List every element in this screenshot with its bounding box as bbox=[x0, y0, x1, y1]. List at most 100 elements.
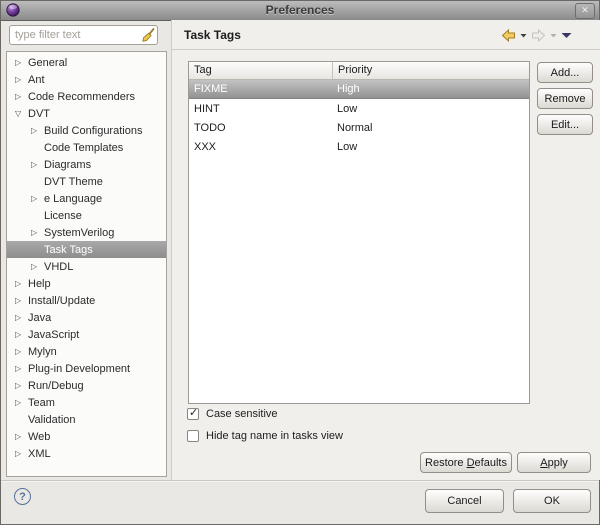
tree-item-vhdl[interactable]: ▷ VHDL bbox=[7, 258, 166, 275]
tree-item-label: Ant bbox=[28, 73, 45, 86]
tree-item-label: DVT Theme bbox=[44, 175, 103, 188]
preferences-dialog: Preferences ✕ ▷General▷Ant▷Code Recommen… bbox=[0, 0, 600, 525]
tree-item-label: Help bbox=[28, 277, 51, 290]
table-row-todo[interactable]: TODO Normal bbox=[189, 118, 529, 137]
tree-item-diagrams[interactable]: ▷ Diagrams bbox=[7, 156, 166, 173]
expander-collapsed-icon[interactable]: ▷ bbox=[31, 190, 44, 207]
remove-button[interactable]: Remove bbox=[537, 88, 593, 109]
tree-item-general[interactable]: ▷ General bbox=[7, 54, 166, 71]
tree-item-label: XML bbox=[28, 447, 51, 460]
preferences-tree: ▷ General ▷ Ant ▷ Code Recommenders ▽ DVT ▷ Build… bbox=[6, 51, 167, 477]
tree-item-mylyn[interactable]: ▷ Mylyn bbox=[7, 343, 166, 360]
cell-priority: Normal bbox=[337, 121, 373, 134]
cell-priority: High bbox=[337, 83, 360, 95]
tree-item-license[interactable]: License bbox=[7, 207, 166, 224]
tree-item-web[interactable]: ▷ Web bbox=[7, 428, 166, 445]
expander-collapsed-icon[interactable]: ▷ bbox=[15, 292, 28, 309]
expander-collapsed-icon[interactable]: ▷ bbox=[31, 224, 44, 241]
expander-collapsed-icon[interactable]: ▷ bbox=[15, 275, 28, 292]
ok-button[interactable]: OK bbox=[513, 489, 591, 513]
help-icon: ? bbox=[19, 490, 26, 503]
expander-collapsed-icon[interactable]: ▷ bbox=[15, 54, 28, 71]
hide-tag-name-in-tasks-view-checkbox[interactable]: ✓ bbox=[187, 430, 199, 442]
back-history-dropdown-icon[interactable] bbox=[520, 33, 527, 38]
tree-item-ant[interactable]: ▷ Ant bbox=[7, 71, 166, 88]
expander-collapsed-icon[interactable]: ▷ bbox=[15, 394, 28, 411]
tree-item-e-language[interactable]: ▷ e Language bbox=[7, 190, 166, 207]
cell-tag: XXX bbox=[194, 140, 217, 153]
add-button[interactable]: Add... bbox=[537, 62, 593, 83]
tree-item-label: Install/Update bbox=[28, 294, 96, 307]
tree-item-xml[interactable]: ▷ XML bbox=[7, 445, 166, 462]
expander-collapsed-icon[interactable]: ▷ bbox=[15, 88, 28, 105]
expander-collapsed-icon[interactable]: ▷ bbox=[31, 156, 44, 173]
forward-arrow-icon[interactable] bbox=[531, 28, 546, 42]
page-title: Task Tags bbox=[184, 28, 241, 42]
expander-collapsed-icon[interactable]: ▷ bbox=[15, 71, 28, 88]
column-header-priority[interactable]: Priority bbox=[332, 62, 529, 79]
tree-item-java[interactable]: ▷ Java bbox=[7, 309, 166, 326]
tree-item-label: DVT bbox=[28, 107, 50, 120]
expander-collapsed-icon[interactable]: ▷ bbox=[15, 445, 28, 462]
clear-filter-icon[interactable] bbox=[141, 28, 155, 42]
titlebar[interactable]: Preferences ✕ bbox=[1, 1, 599, 21]
cell-priority: Low bbox=[337, 140, 358, 153]
history-nav bbox=[501, 28, 593, 42]
tree-item-code-templates[interactable]: Code Templates bbox=[7, 139, 166, 156]
cancel-button[interactable]: Cancel bbox=[425, 489, 504, 513]
table-row-xxx[interactable]: XXX Low bbox=[189, 137, 529, 156]
edit-button[interactable]: Edit... bbox=[537, 114, 593, 135]
header-separator bbox=[172, 49, 600, 50]
tree-item-team[interactable]: ▷ Team bbox=[7, 394, 166, 411]
apply-button[interactable]: Apply bbox=[517, 452, 591, 473]
tree-item-label: SystemVerilog bbox=[44, 226, 115, 239]
checkbox-group: ✓ Case sensitive ✓ Hide tag name in tasks v… bbox=[187, 407, 343, 443]
filter-input[interactable] bbox=[9, 25, 158, 45]
tree-item-label: Task Tags bbox=[44, 243, 93, 256]
tree-item-plug-in-development[interactable]: ▷ Plug-in Development bbox=[7, 360, 166, 377]
expander-collapsed-icon[interactable]: ▷ bbox=[31, 258, 44, 275]
expander-collapsed-icon[interactable]: ▷ bbox=[15, 309, 28, 326]
forward-history-dropdown-icon[interactable] bbox=[550, 33, 557, 38]
expander-collapsed-icon[interactable]: ▷ bbox=[15, 428, 28, 445]
footer-separator bbox=[1, 480, 599, 481]
tree-item-systemverilog[interactable]: ▷ SystemVerilog bbox=[7, 224, 166, 241]
cell-tag: FIXME bbox=[194, 83, 228, 95]
case-sensitive-checkbox[interactable]: ✓ bbox=[187, 407, 199, 420]
tree-item-build-configurations[interactable]: ▷ Build Configurations bbox=[7, 122, 166, 139]
view-menu-icon[interactable] bbox=[561, 32, 572, 39]
tree-item-install-update[interactable]: ▷ Install/Update bbox=[7, 292, 166, 309]
checkbox-row-hide-tag-name-in-tasks-view[interactable]: ✓ Hide tag name in tasks view bbox=[187, 429, 343, 443]
help-button[interactable]: ? bbox=[14, 488, 31, 505]
checkbox-row-case-sensitive[interactable]: ✓ Case sensitive bbox=[187, 407, 343, 421]
tree-item-run-debug[interactable]: ▷ Run/Debug bbox=[7, 377, 166, 394]
window-title: Preferences bbox=[265, 3, 335, 17]
expander-collapsed-icon[interactable]: ▷ bbox=[31, 122, 44, 139]
tree-item-label: Web bbox=[28, 430, 51, 443]
column-header-tag[interactable]: Tag bbox=[189, 62, 332, 79]
tree-item-javascript[interactable]: ▷ JavaScript bbox=[7, 326, 166, 343]
tree-item-label: Run/Debug bbox=[28, 379, 84, 392]
task-tags-table-header: Tag Priority bbox=[189, 62, 529, 80]
expander-collapsed-icon[interactable]: ▷ bbox=[15, 343, 28, 360]
tree-item-label: VHDL bbox=[44, 260, 74, 273]
tree-item-code-recommenders[interactable]: ▷ Code Recommenders bbox=[7, 88, 166, 105]
filter-box bbox=[9, 25, 158, 45]
tree-item-help[interactable]: ▷ Help bbox=[7, 275, 166, 292]
table-row-hint[interactable]: HINT Low bbox=[189, 99, 529, 118]
tree-item-label: Code Recommenders bbox=[28, 90, 135, 103]
table-row-fixme[interactable]: FIXME High bbox=[189, 80, 529, 99]
expander-expanded-icon[interactable]: ▽ bbox=[15, 105, 28, 122]
tree-item-task-tags[interactable]: Task Tags bbox=[7, 241, 166, 258]
back-arrow-icon[interactable] bbox=[501, 28, 516, 42]
close-button[interactable]: ✕ bbox=[575, 3, 595, 19]
tree-item-validation[interactable]: Validation bbox=[7, 411, 166, 428]
close-icon: ✕ bbox=[581, 5, 589, 15]
restore-defaults-button[interactable]: Restore Defaults bbox=[420, 452, 512, 473]
expander-collapsed-icon[interactable]: ▷ bbox=[15, 360, 28, 377]
expander-collapsed-icon[interactable]: ▷ bbox=[15, 326, 28, 343]
tree-item-dvt-theme[interactable]: DVT Theme bbox=[7, 173, 166, 190]
expander-collapsed-icon[interactable]: ▷ bbox=[15, 377, 28, 394]
tree-item-dvt[interactable]: ▽ DVT bbox=[7, 105, 166, 122]
cell-tag: HINT bbox=[194, 102, 220, 115]
